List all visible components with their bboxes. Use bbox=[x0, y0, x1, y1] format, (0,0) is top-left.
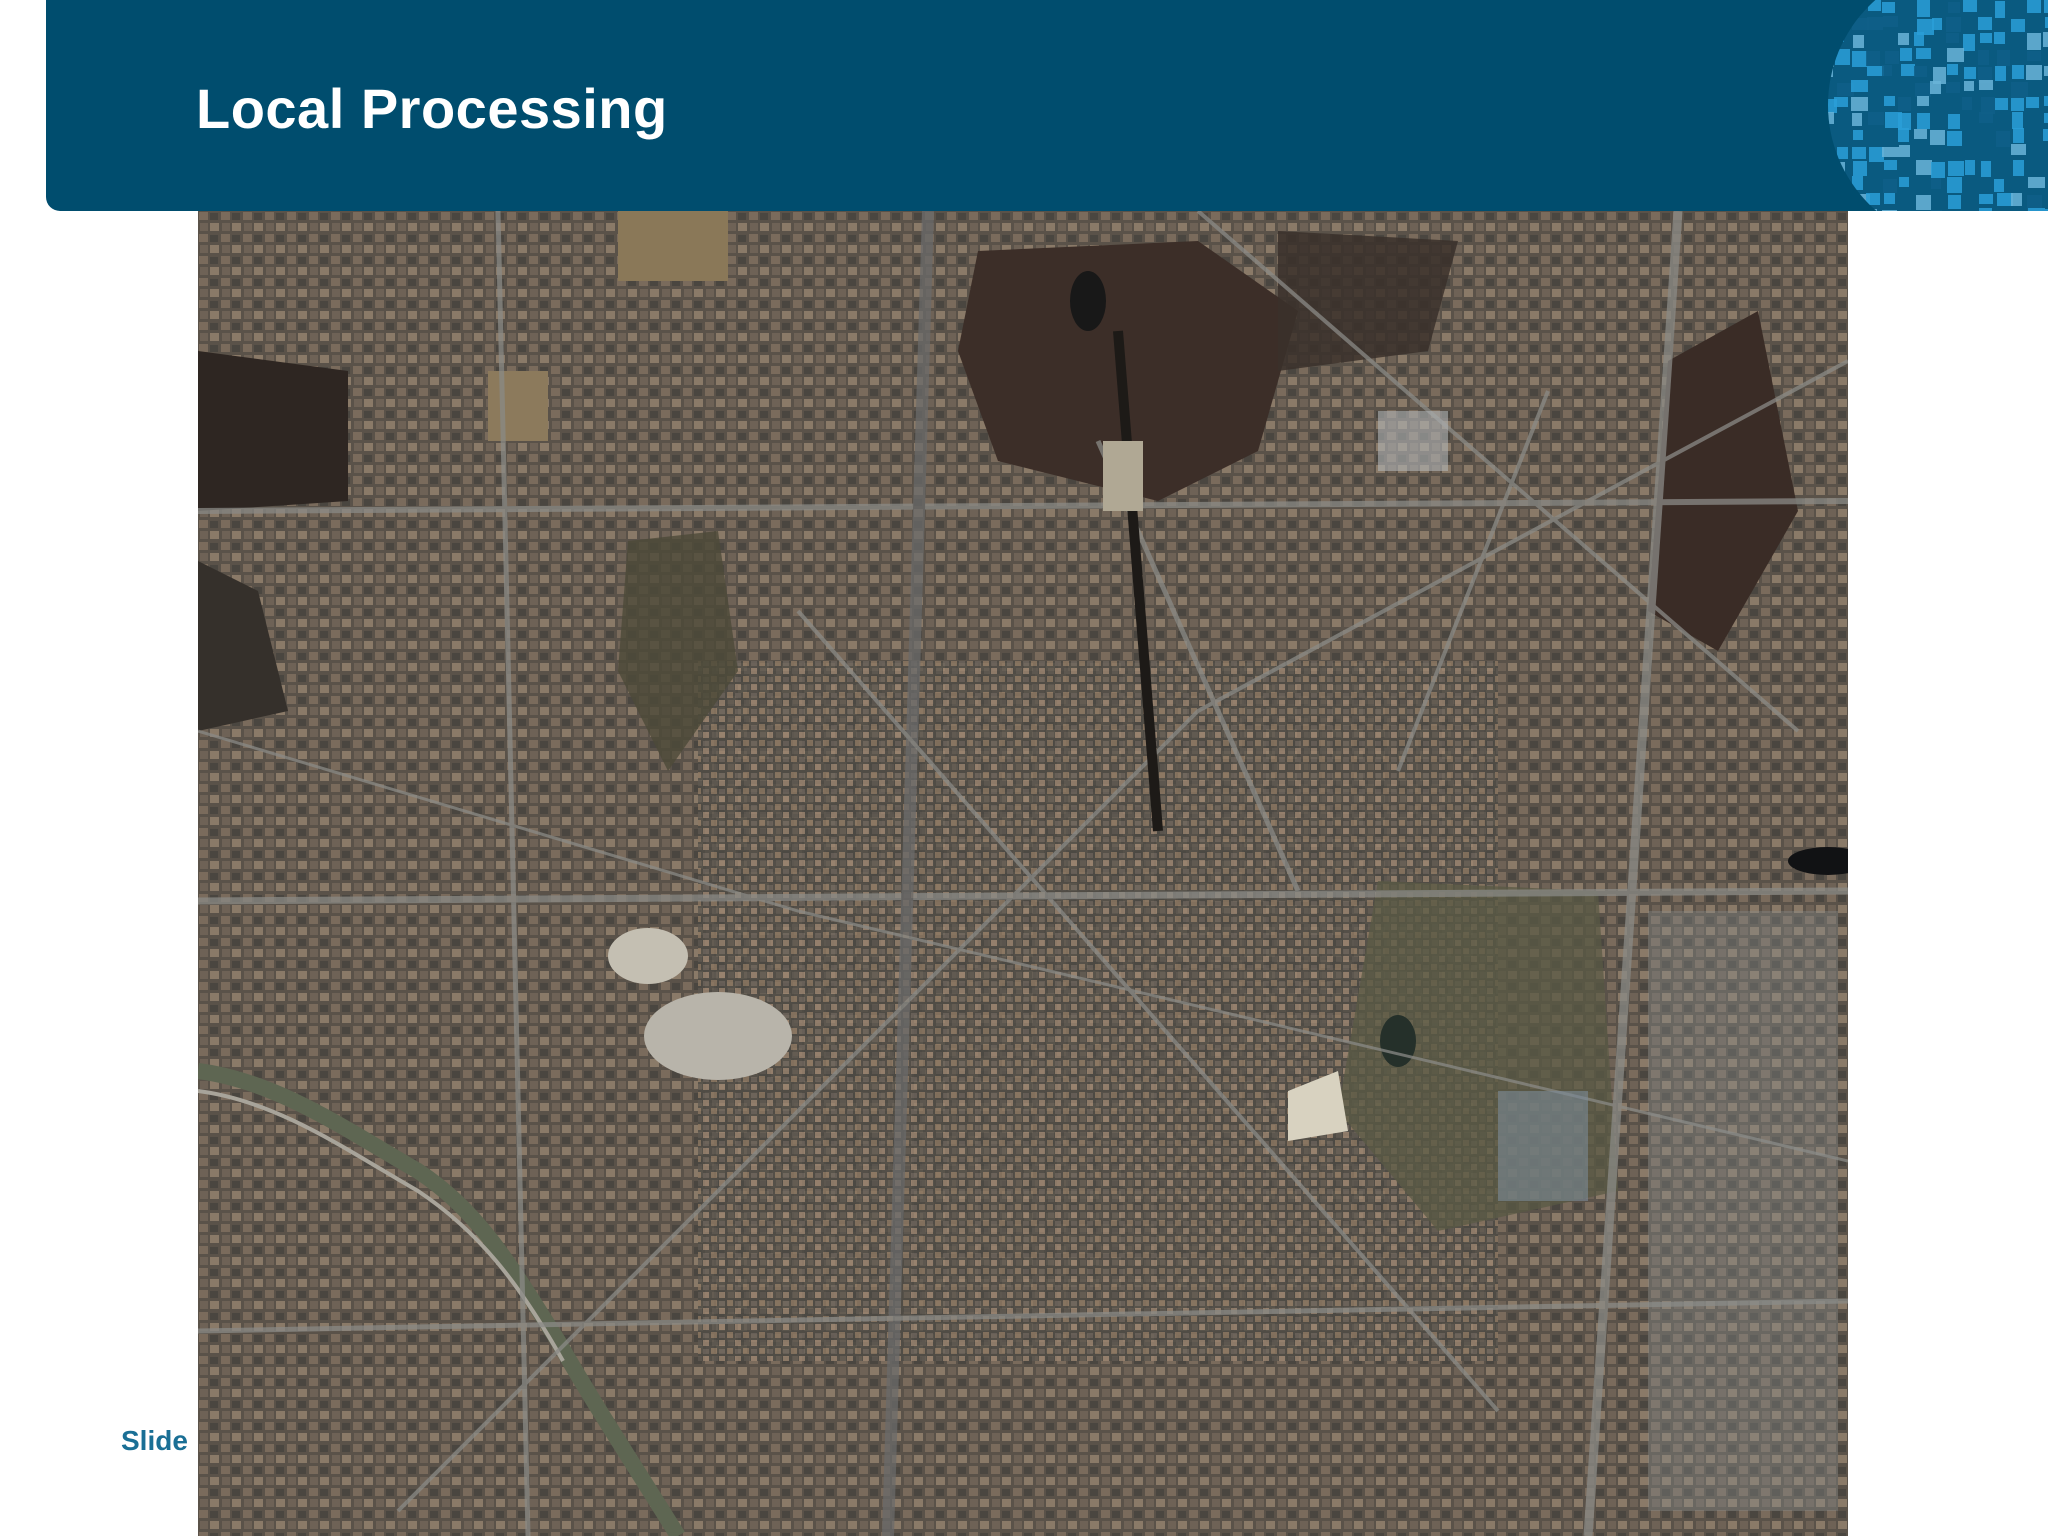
aerial-city-image bbox=[198, 211, 1848, 1536]
slide-title: Local Processing bbox=[196, 77, 668, 140]
slide-number-label: Slide bbox=[121, 1425, 188, 1456]
pixel-globe-icon bbox=[1818, 0, 2048, 211]
